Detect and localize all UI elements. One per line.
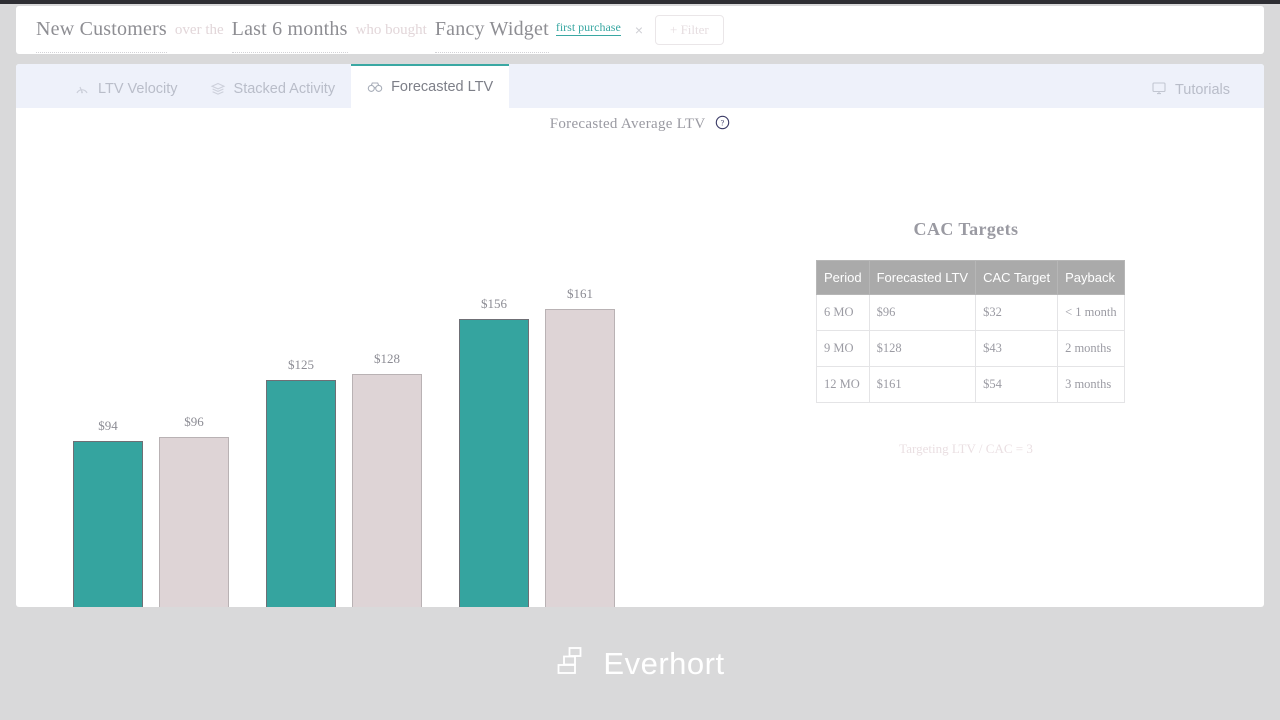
main-panel: LTV Velocity Stacked Activity Forecasted…: [16, 64, 1264, 607]
cell-period: 12 MO: [816, 366, 870, 403]
bar-12mo-baseline[interactable]: $156: [459, 296, 529, 607]
table-row: 9 MO $128 $43 2 months: [816, 330, 1125, 367]
tutorials-label: Tutorials: [1174, 82, 1230, 98]
column-header-period: Period: [816, 260, 870, 295]
bar-value-label: $125: [288, 357, 314, 372]
query-segment-timeframe[interactable]: Last 6 months: [231, 18, 348, 53]
monitor-icon: [1151, 80, 1167, 100]
bar-12mo-average[interactable]: $161: [545, 286, 615, 607]
column-header-forecasted-ltv: Forecasted LTV: [868, 260, 977, 295]
tab-ltv-velocity[interactable]: LTV Velocity: [58, 70, 194, 108]
query-connector-who-bought: who bought: [355, 21, 427, 38]
table-row: 6 MO $96 $32 < 1 month: [816, 294, 1125, 331]
cell-forecasted-ltv: $128: [868, 330, 977, 367]
footer: Everhort: [0, 607, 1280, 720]
query-segment-audience[interactable]: New Customers: [36, 18, 167, 53]
chart-plot-area: $94 $96 6 MO $125 $128 9 MO $156: [49, 210, 649, 607]
tab-strip: LTV Velocity Stacked Activity Forecasted…: [16, 64, 1264, 108]
bar-value-label: $94: [98, 418, 118, 433]
tab-stacked-activity[interactable]: Stacked Activity: [194, 70, 352, 108]
cell-forecasted-ltv: $96: [868, 294, 977, 331]
add-filter-button[interactable]: + Filter: [655, 15, 724, 45]
bar-value-label: $156: [481, 296, 507, 311]
query-segment-product[interactable]: Fancy Widget: [434, 18, 549, 53]
tab-label: Forecasted LTV: [391, 79, 494, 95]
table-header-row: Period Forecasted LTV CAC Target Payback: [816, 260, 1125, 295]
query-connector-over-the: over the: [174, 21, 224, 38]
binoculars-icon: [367, 79, 383, 95]
bar-rect: [545, 309, 615, 607]
bar-value-label: $161: [567, 286, 593, 301]
query-builder-bar: New Customers over the Last 6 months who…: [16, 6, 1264, 54]
cac-targets-table: Period Forecasted LTV CAC Target Payback…: [816, 260, 1125, 403]
query-badge-first-purchase[interactable]: first purchase: [555, 20, 621, 36]
cac-targets-title: CAC Targets: [913, 219, 1019, 239]
tab-label: Stacked Activity: [233, 81, 336, 97]
help-circle-icon[interactable]: ?: [715, 115, 730, 135]
page-title: Forecasted Average LTV: [549, 116, 706, 132]
window-top-bar: [0, 0, 1280, 4]
tab-forecasted-ltv[interactable]: Forecasted LTV: [351, 64, 510, 108]
svg-text:?: ?: [721, 119, 725, 128]
cell-cac-target: $43: [975, 330, 1059, 367]
cell-forecasted-ltv: $161: [868, 366, 977, 403]
bar-value-label: $96: [184, 414, 204, 429]
cell-payback: 3 months: [1057, 366, 1125, 403]
layers-icon: [210, 81, 226, 97]
tutorials-link[interactable]: Tutorials: [1151, 80, 1230, 100]
table-row: 12 MO $161 $54 3 months: [816, 366, 1125, 403]
cell-cac-target: $32: [975, 294, 1059, 331]
bar-rect: [459, 319, 529, 607]
chart-heading: Forecasted Average LTV ?: [16, 115, 1264, 135]
bar-rect: [73, 441, 143, 607]
bar-rect: [159, 437, 229, 607]
cell-payback: 2 months: [1057, 330, 1125, 367]
bar-9mo-average[interactable]: $128: [352, 351, 422, 607]
bar-6mo-average[interactable]: $96: [159, 414, 229, 607]
cac-targets-note: Targeting LTV / CAC = 3: [899, 441, 1033, 456]
column-header-payback: Payback: [1057, 260, 1125, 295]
cell-period: 9 MO: [816, 330, 870, 367]
bar-6mo-baseline[interactable]: $94: [73, 418, 143, 607]
bar-rect: [266, 380, 336, 607]
cell-period: 6 MO: [816, 294, 870, 331]
column-header-cac-target: CAC Target: [975, 260, 1059, 295]
cell-payback: < 1 month: [1057, 294, 1125, 331]
forecast-bar-chart: $94 $96 6 MO $125 $128 9 MO $156: [16, 150, 806, 607]
bar-value-label: $128: [374, 351, 400, 366]
tab-label: LTV Velocity: [98, 81, 178, 97]
cac-targets-section: CAC Targets Period Forecasted LTV CAC Ta…: [816, 219, 1125, 457]
cell-cac-target: $54: [975, 366, 1059, 403]
brand-name: Everhort: [603, 645, 725, 681]
bar-rect: [352, 374, 422, 607]
gauge-icon: [74, 81, 90, 97]
bar-9mo-baseline[interactable]: $125: [266, 357, 336, 607]
stacked-blocks-logo-icon: [555, 644, 589, 683]
remove-filter-icon[interactable]: ×: [635, 22, 643, 38]
